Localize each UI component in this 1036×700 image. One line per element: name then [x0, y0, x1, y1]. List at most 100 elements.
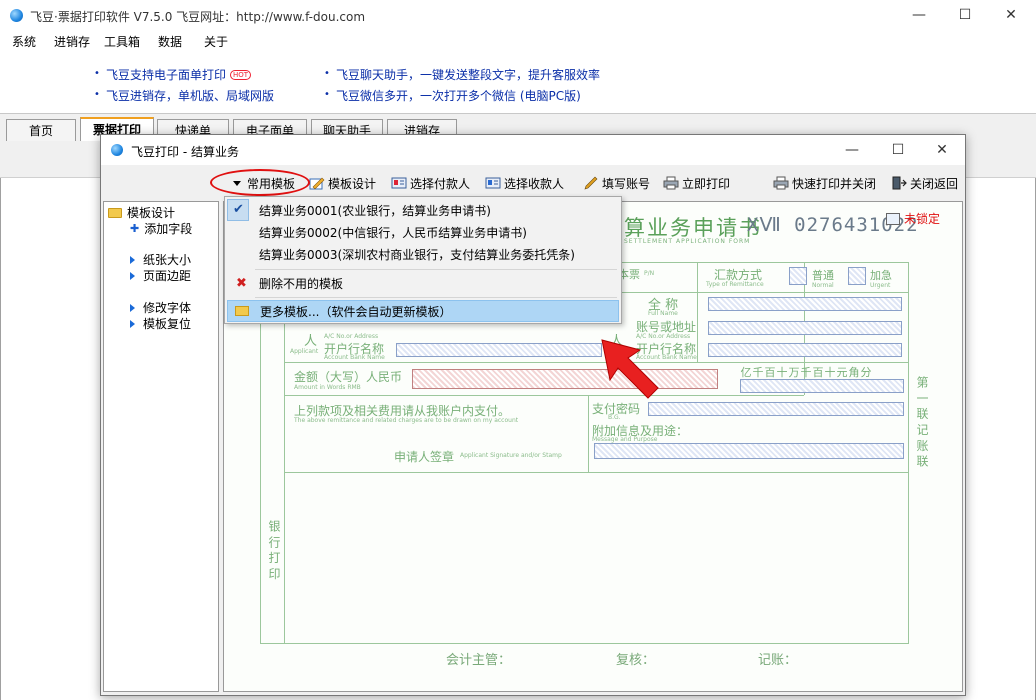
template-design-button[interactable]: 模板设计: [309, 173, 376, 193]
pay-password-field[interactable]: [648, 402, 904, 416]
select-payee-label: 选择收款人: [504, 176, 565, 191]
delete-unused-templates-item[interactable]: ✖ 删除不用的模板: [227, 273, 619, 295]
menu-separator: [255, 269, 617, 270]
attached-info-field[interactable]: [594, 443, 904, 459]
tree-page-margin[interactable]: 页面边距: [130, 267, 191, 284]
amount-digits-field[interactable]: [740, 379, 904, 393]
form-line: [284, 472, 908, 473]
folder-icon: [108, 207, 122, 218]
template-item-0003[interactable]: 结算业务0003(深圳农村商业银行，支付结算业务委托凭条): [227, 244, 619, 266]
template-item-0002[interactable]: 结算业务0002(中信银行，人民币结算业务申请书): [227, 222, 619, 244]
urgent-checkbox[interactable]: [848, 267, 866, 285]
menu-about[interactable]: 关于: [204, 33, 228, 50]
plus-icon: ✚: [130, 222, 140, 235]
digit-cell: 百: [764, 366, 776, 379]
amount-words-field[interactable]: [412, 369, 718, 389]
digit-cell: 千: [752, 366, 764, 379]
digit-cell: 十: [776, 366, 788, 379]
minimize-button[interactable]: —: [896, 0, 942, 30]
edit-font-label: 修改字体: [143, 301, 192, 315]
more-templates-item[interactable]: 更多模板...（软件会自动更新模板）: [227, 300, 619, 322]
reviewer-label: 复核：: [616, 653, 656, 668]
common-templates-dropdown: ✔ 结算业务0001(农业银行，结算业务申请书) 结算业务0002(中信银行，人…: [224, 196, 622, 324]
lock-status[interactable]: 未锁定: [885, 210, 940, 227]
amount-digits-header: 亿 千 百 十 万 千 百 十 元 角 分: [740, 364, 872, 380]
digit-cell: 十: [824, 366, 836, 379]
tree-add-field[interactable]: ✚ 添加字段: [130, 220, 192, 237]
red-pointer-arrow-icon: [601, 339, 659, 399]
dialog-minimize-button[interactable]: —: [829, 135, 875, 165]
tree-paper-size[interactable]: 纸张大小: [130, 251, 191, 268]
template-tree-panel: 模板设计 ✚ 添加字段 纸张大小 页面边距 修改字体 模板复位: [103, 201, 219, 692]
template-item-0001[interactable]: 结算业务0001(农业银行，结算业务申请书): [227, 200, 619, 222]
pencil-icon: [583, 176, 599, 190]
form-line: [697, 262, 698, 362]
open-folder-icon: [235, 306, 249, 316]
reset-template-label: 模板复位: [143, 317, 192, 331]
lock-icon: [885, 212, 900, 225]
dialog-close-button[interactable]: ✕: [919, 135, 965, 165]
normal-label-en: Normal: [812, 282, 834, 289]
maximize-button[interactable]: ☐: [942, 0, 988, 30]
dialog-title: 飞豆打印 - 结算业务: [131, 145, 239, 159]
menu-toolbox[interactable]: 工具箱: [104, 33, 140, 50]
applicant-acct-en: A/C No.or Address: [324, 333, 379, 340]
dialog-maximize-button[interactable]: ☐: [875, 135, 921, 165]
fill-account-button[interactable]: 填写账号: [583, 173, 650, 193]
digit-cell: 百: [812, 366, 824, 379]
applicant-sign-label-en: Applicant Signature and/or Stamp: [460, 452, 562, 459]
quick-print-close-button[interactable]: 快速打印并关闭: [773, 173, 876, 193]
digit-cell: 千: [800, 366, 812, 379]
promo-link-inventory[interactable]: 飞豆进销存，单机版、局域网版: [106, 87, 274, 104]
digit-cell: 分: [860, 366, 872, 379]
menu-system[interactable]: 系统: [12, 33, 36, 50]
applicant-bank-field[interactable]: [396, 343, 602, 357]
form-border-bottom: [260, 643, 908, 644]
digit-cell: 角: [848, 366, 860, 379]
close-return-label: 关闭返回: [910, 176, 959, 191]
tab-home[interactable]: 首页: [6, 119, 76, 143]
form-line: [284, 362, 908, 363]
promo-link-wechat[interactable]: 飞豆微信多开，一次打开多个微信 (电脑PC版): [336, 87, 581, 104]
menu-inventory[interactable]: 进销存: [54, 33, 90, 50]
lock-status-label: 未锁定: [903, 212, 940, 226]
print-now-label: 立即打印: [682, 176, 731, 191]
delete-unused-label: 删除不用的模板: [259, 277, 344, 291]
tree-edit-font[interactable]: 修改字体: [130, 299, 191, 316]
normal-checkbox[interactable]: [789, 267, 807, 285]
applicant-bank-label-en: Account Bank Name: [324, 354, 385, 361]
close-button[interactable]: ✕: [988, 0, 1034, 30]
promo-link-chat[interactable]: 飞豆聊天助手，一键发送整段文字，提升客服效率: [336, 66, 600, 83]
attached-info-label-en: Message and Purpose: [592, 436, 658, 443]
tree-root-template-design[interactable]: 模板设计: [108, 204, 175, 221]
pay-password-label-en: B.G.: [608, 414, 621, 421]
select-payee-button[interactable]: 选择收款人: [485, 173, 564, 193]
bill-label-en: P/N: [644, 270, 655, 277]
triangle-right-icon: [130, 255, 135, 264]
delete-x-icon: ✖: [236, 276, 247, 291]
exit-door-icon: [891, 176, 907, 190]
amount-words-label: 金额（大写）人民币: [294, 370, 403, 384]
menubar: 系统 进销存 工具箱 数据 关于: [0, 30, 1036, 52]
fill-account-label: 填写账号: [602, 176, 651, 191]
menu-data[interactable]: 数据: [158, 33, 182, 50]
payee-name-field[interactable]: [708, 297, 902, 311]
quick-print-close-label: 快速打印并关闭: [792, 176, 877, 191]
urgent-label-en: Urgent: [870, 282, 891, 289]
promo-link-express[interactable]: 飞豆支持电子面单打印 HOT: [106, 66, 252, 83]
form-border-right: [908, 262, 909, 644]
payee-bank-field[interactable]: [708, 343, 902, 357]
print-now-button[interactable]: 立即打印: [663, 173, 730, 193]
digit-cell: 亿: [740, 366, 752, 379]
form-subtitle: SETTLEMENT APPLICATION FORM: [624, 238, 751, 245]
printer-icon: [663, 176, 679, 190]
promo-bullet: •: [94, 89, 100, 100]
promo-bullet: •: [324, 89, 330, 100]
payee-account-field[interactable]: [708, 321, 902, 335]
close-return-button[interactable]: 关闭返回: [891, 173, 958, 193]
charge-statement-en: The above remittance and related charges…: [294, 417, 519, 424]
app-logo-icon: [10, 9, 23, 22]
promo-bullet: •: [324, 68, 330, 79]
tree-reset-template[interactable]: 模板复位: [130, 315, 191, 332]
select-payer-button[interactable]: 选择付款人: [391, 173, 470, 193]
